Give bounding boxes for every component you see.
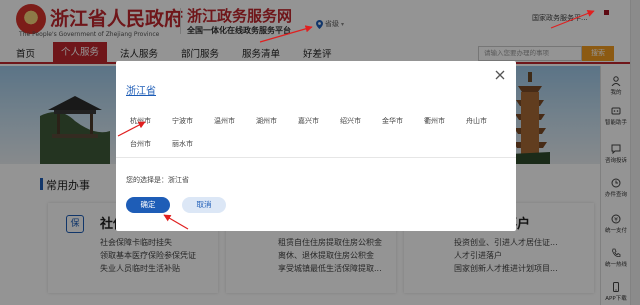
close-icon[interactable] [494,69,506,81]
dialog-divider [116,157,516,158]
city-option[interactable]: 温州市 [214,116,235,126]
province-link[interactable]: 浙江省 [126,82,156,97]
city-option[interactable]: 衢州市 [424,116,445,126]
city-option[interactable]: 舟山市 [466,116,487,126]
city-option[interactable]: 金华市 [382,116,403,126]
cancel-button[interactable]: 取消 [182,197,226,213]
city-option[interactable]: 台州市 [130,139,151,149]
city-option[interactable]: 绍兴市 [340,116,361,126]
region-select-dialog: 浙江省 杭州市 宁波市 温州市 湖州市 嘉兴市 绍兴市 金华市 衢州市 舟山市 … [116,61,516,231]
city-option[interactable]: 湖州市 [256,116,277,126]
city-option[interactable]: 嘉兴市 [298,116,319,126]
city-option[interactable]: 杭州市 [130,116,151,126]
confirm-button[interactable]: 确定 [126,197,170,213]
selection-label: 您的选择是：浙江省 [126,176,189,184]
city-option[interactable]: 宁波市 [172,116,193,126]
city-option[interactable]: 丽水市 [172,139,193,149]
